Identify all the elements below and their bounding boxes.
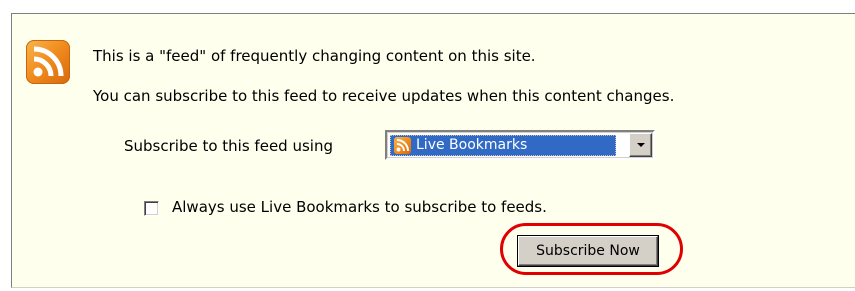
subscribe-using-label: Subscribe to this feed using — [124, 137, 333, 155]
always-use-label[interactable]: Always use Live Bookmarks to subscribe t… — [172, 198, 547, 216]
rss-icon — [394, 137, 411, 154]
feed-reader-select[interactable]: Live Bookmarks — [385, 130, 655, 160]
selected-reader-option: Live Bookmarks — [390, 135, 616, 156]
always-use-checkbox[interactable] — [144, 201, 159, 216]
feed-description: This is a "feed" of frequently changing … — [93, 47, 536, 65]
annotation-highlight — [500, 223, 683, 275]
chevron-down-icon — [637, 143, 645, 147]
feed-subscribe-hint: You can subscribe to this feed to receiv… — [93, 87, 675, 105]
selected-reader-label: Live Bookmarks — [416, 137, 528, 153]
rss-feed-icon — [26, 40, 70, 84]
dropdown-arrow-button[interactable] — [629, 133, 652, 157]
